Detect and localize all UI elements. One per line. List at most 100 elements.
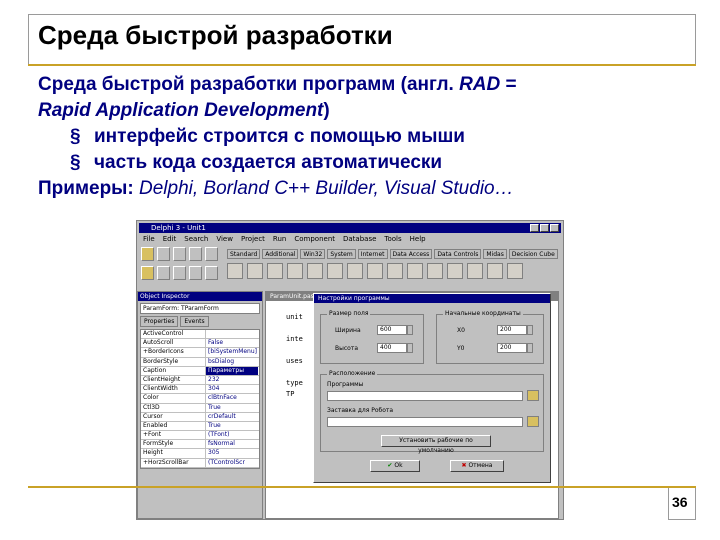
menu-item: Run — [272, 235, 287, 243]
palette-tab: System — [327, 249, 356, 259]
close-icon — [550, 224, 559, 232]
memo-icon — [327, 263, 343, 279]
bullet-icon: § — [70, 126, 81, 147]
field-size-group: Размер поля Ширина 600 Высота 400 — [320, 310, 424, 364]
rad-abbr: RAD — [459, 74, 501, 95]
inspector-tabs: Properties Events — [140, 316, 260, 327]
browse-folder-icon — [527, 390, 539, 401]
property-value: 305 — [205, 449, 258, 458]
palette-tab: Internet — [357, 249, 388, 259]
open-project-icon — [141, 266, 154, 280]
view-unit-icon — [205, 247, 218, 261]
edit-icon — [307, 263, 323, 279]
property-name: +HorzScrollBar — [143, 458, 189, 466]
menu-item: Edit — [162, 235, 177, 243]
spin-icon — [527, 325, 533, 335]
property-row: Height 305 — [141, 449, 259, 459]
object-inspector: Object Inspector ParamForm: TParamForm P… — [137, 291, 263, 519]
property-name: ClientWidth — [143, 385, 178, 393]
height-field: 400 — [377, 343, 407, 353]
property-name: +BorderIcons — [143, 348, 184, 356]
title-underline — [28, 64, 696, 66]
property-row: AutoScroll False — [141, 339, 259, 349]
property-name: ClientHeight — [143, 375, 181, 383]
program-path-field — [327, 391, 523, 401]
inspector-object-combo: ParamForm: TParamForm — [140, 303, 260, 314]
property-row: ClientWidth 304 — [141, 385, 259, 395]
palette-tab: Data Controls — [434, 249, 482, 259]
popupmenu-icon — [267, 263, 283, 279]
property-name: BorderStyle — [143, 357, 179, 365]
combobox-icon — [427, 263, 443, 279]
code-line: TP — [286, 390, 295, 398]
property-name: Cursor — [143, 412, 163, 420]
mainmenu-icon — [247, 263, 263, 279]
scrollbar-icon — [447, 263, 463, 279]
property-value: 232 — [205, 375, 258, 385]
palette-tab: Standard — [227, 249, 261, 259]
maximize-icon — [540, 224, 549, 232]
ok-button: ✔ Ok — [370, 460, 420, 472]
property-name: Height — [143, 449, 163, 457]
code-line: uses — [286, 357, 303, 365]
property-row: Color clBtnFace — [141, 394, 259, 404]
component-palette — [227, 263, 533, 281]
menu-item: Tools — [384, 235, 402, 243]
slide-body: Среда быстрой разработки программ (англ.… — [38, 72, 698, 202]
checkmark-icon: ✔ — [387, 462, 393, 469]
property-row: BorderStyle bsDialog — [141, 357, 259, 367]
code-line: type — [286, 379, 303, 387]
definition-line-1: Среда быстрой разработки программ (англ.… — [38, 74, 517, 95]
property-row: +HorzScrollBar (TControlScr — [141, 458, 259, 468]
component-palette-tabs: Standard Additional Win32 System Interne… — [227, 249, 558, 259]
bullet-item: § часть кода создается автоматически — [38, 150, 698, 176]
property-value: False — [205, 339, 258, 348]
tab-events: Events — [180, 316, 209, 327]
tab-properties: Properties — [140, 316, 179, 327]
groupbox-icon — [467, 263, 483, 279]
remove-file-icon — [173, 266, 186, 280]
property-value: fsNormal — [205, 440, 258, 449]
x0-field: 200 — [497, 325, 527, 335]
property-value: clBtnFace — [205, 394, 258, 403]
minimize-icon — [530, 224, 539, 232]
property-row: +BorderIcons [biSystemMenu] — [141, 348, 259, 358]
listbox-icon — [407, 263, 423, 279]
cross-icon: ✖ — [461, 462, 467, 469]
code-line: inte — [286, 335, 303, 343]
new-icon — [189, 247, 202, 261]
checkbox-icon — [367, 263, 383, 279]
property-name: FormStyle — [143, 440, 174, 448]
examples-label: Примеры: — [38, 178, 134, 199]
property-row: Enabled True — [141, 421, 259, 432]
property-value: (TControlScr — [205, 458, 258, 467]
palette-tab: Decision Cube — [508, 249, 558, 259]
property-value: crDefault — [205, 412, 258, 421]
property-row: Caption Параметры — [141, 366, 259, 376]
property-value — [205, 330, 258, 339]
menu-item: Search — [184, 235, 209, 243]
property-value: 304 — [205, 385, 258, 394]
property-value: True — [205, 421, 258, 431]
definition-line-2: Rapid Application Development) — [38, 100, 330, 121]
delphi-ide-screenshot: Delphi 3 - Unit1 File Edit Search View P… — [136, 220, 564, 520]
width-field: 600 — [377, 325, 407, 335]
property-row: ClientHeight 232 — [141, 375, 259, 386]
rad-expansion: Rapid Application Development — [38, 100, 324, 121]
panel-icon — [507, 263, 523, 279]
property-value: [biSystemMenu] — [205, 348, 258, 357]
property-name: AutoScroll — [143, 339, 174, 347]
property-row: Cursor crDefault — [141, 412, 259, 422]
editor-code: unit inte uses type TP — [286, 312, 303, 400]
button-icon — [347, 263, 363, 279]
spin-icon — [527, 343, 533, 353]
property-value: Параметры — [205, 366, 258, 375]
pointer-icon — [227, 263, 243, 279]
cancel-button: ✖ Отмена — [450, 460, 504, 472]
palette-tab: Win32 — [300, 249, 326, 259]
menu-item: Project — [240, 235, 265, 243]
spin-icon — [407, 343, 413, 353]
property-name: Caption — [143, 366, 167, 374]
